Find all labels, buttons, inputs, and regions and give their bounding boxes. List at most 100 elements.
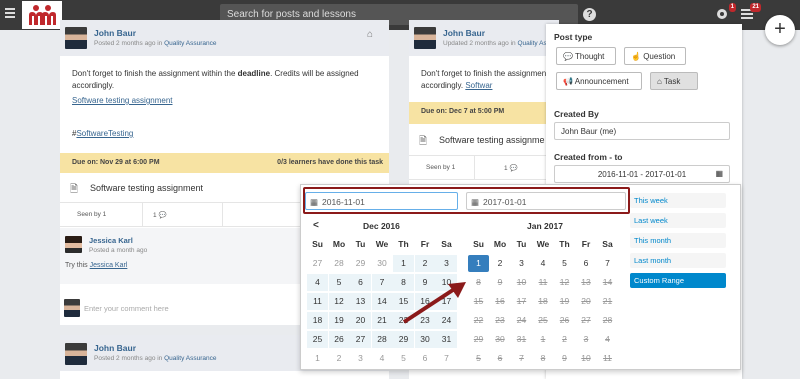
assignment-link[interactable]: Software testing assignment bbox=[72, 95, 173, 107]
calendar-day[interactable]: 4 bbox=[597, 331, 618, 348]
calendar-day[interactable]: 5 bbox=[468, 350, 489, 367]
calendar-day[interactable]: 31 bbox=[511, 331, 532, 348]
calendar-day[interactable]: 25 bbox=[307, 331, 328, 348]
calendar-day[interactable]: 27 bbox=[576, 312, 597, 329]
start-date-input[interactable]: ▦ 2016-11-01 bbox=[305, 192, 458, 210]
announcement-button[interactable]: 📢 Announcement bbox=[556, 72, 642, 90]
calendar-day[interactable]: 20 bbox=[576, 293, 597, 310]
calendar-day[interactable]: 29 bbox=[393, 331, 414, 348]
calendar-day[interactable]: 25 bbox=[533, 312, 554, 329]
calendar-day[interactable]: 16 bbox=[490, 293, 511, 310]
calendar-day[interactable]: 17 bbox=[511, 293, 532, 310]
calendar-day[interactable]: 1 bbox=[393, 255, 414, 272]
menu-icon[interactable] bbox=[5, 8, 15, 18]
calendar-day[interactable]: 3 bbox=[576, 331, 597, 348]
calendar-day[interactable]: 6 bbox=[490, 350, 511, 367]
calendar-day[interactable]: 30 bbox=[414, 331, 436, 348]
calendar-day[interactable]: 9 bbox=[554, 350, 575, 367]
calendar-day[interactable]: 21 bbox=[371, 312, 393, 329]
calendar-day[interactable]: 1 bbox=[307, 350, 328, 367]
tasks-icon[interactable]: 21 bbox=[741, 3, 761, 20]
calendar-day[interactable]: 26 bbox=[328, 331, 350, 348]
calendar-day[interactable]: 5 bbox=[393, 350, 414, 367]
calendar-day[interactable]: 23 bbox=[490, 312, 511, 329]
calendar-day[interactable]: 3 bbox=[436, 255, 457, 272]
calendar-day[interactable]: 1 bbox=[533, 331, 554, 348]
hashtag[interactable]: #SoftwareTesting bbox=[72, 128, 133, 140]
thought-button[interactable]: 💬 Thought bbox=[556, 47, 616, 65]
calendar-day[interactable]: 7 bbox=[436, 350, 457, 367]
calendar-day[interactable]: 27 bbox=[350, 331, 371, 348]
calendar-day[interactable]: 12 bbox=[328, 293, 350, 310]
app-logo[interactable] bbox=[22, 1, 62, 29]
post-author[interactable]: John Baur bbox=[94, 343, 136, 353]
prev-month-icon[interactable]: < bbox=[313, 220, 319, 231]
calendar-day[interactable]: 8 bbox=[533, 350, 554, 367]
calendar-day[interactable]: 13 bbox=[350, 293, 371, 310]
commenter-name[interactable]: Jessica Karl bbox=[89, 236, 133, 245]
comment-count[interactable]: 1 💬 bbox=[504, 164, 518, 172]
seen-count[interactable]: Seen by 1 bbox=[77, 211, 106, 218]
commenter-avatar[interactable] bbox=[65, 236, 82, 253]
calendar-day[interactable]: 26 bbox=[554, 312, 575, 329]
group-link[interactable]: Quality Assurance bbox=[164, 40, 216, 47]
calendar-day[interactable]: 28 bbox=[597, 312, 618, 329]
help-icon[interactable]: ? bbox=[583, 8, 596, 21]
calendar-day[interactable]: 6 bbox=[350, 274, 371, 291]
calendar-day[interactable]: 24 bbox=[511, 312, 532, 329]
calendar-day[interactable]: 2 bbox=[554, 331, 575, 348]
calendar-day[interactable]: 11 bbox=[597, 350, 618, 367]
calendar-day[interactable]: 5 bbox=[554, 255, 575, 272]
assignment-link[interactable]: Softwar bbox=[465, 81, 492, 90]
attachment-row[interactable]: 🗎 Software testing assignme bbox=[409, 124, 559, 156]
avatar[interactable] bbox=[414, 27, 436, 49]
calendar-day[interactable]: 31 bbox=[436, 331, 457, 348]
calendar-day[interactable]: 3 bbox=[350, 350, 371, 367]
calendar-day[interactable]: 7 bbox=[597, 255, 618, 272]
range-option[interactable]: Custom Range bbox=[630, 273, 726, 288]
calendar-day[interactable]: 28 bbox=[371, 331, 393, 348]
task-button[interactable]: ⌂ Task bbox=[650, 72, 698, 90]
calendar-day[interactable]: 19 bbox=[328, 312, 350, 329]
calendar-day[interactable]: 4 bbox=[307, 274, 328, 291]
avatar[interactable] bbox=[65, 343, 87, 365]
calendar-day[interactable]: 7 bbox=[511, 350, 532, 367]
comment-input[interactable]: Enter your comment here bbox=[84, 304, 169, 313]
created-by-input[interactable]: John Baur (me) bbox=[554, 122, 730, 140]
created-range-input[interactable]: 2016-11-01 - 2017-01-01 ▦ bbox=[554, 165, 730, 183]
calendar-day[interactable]: 29 bbox=[468, 331, 489, 348]
calendar-day[interactable]: 15 bbox=[468, 293, 489, 310]
calendar-day[interactable]: 2 bbox=[414, 255, 436, 272]
selected-day[interactable]: 1 bbox=[468, 255, 489, 272]
calendar-day[interactable]: 4 bbox=[372, 350, 393, 367]
end-date-input[interactable]: ▦ 2017-01-01 bbox=[466, 192, 626, 210]
calendar-day[interactable]: 10 bbox=[576, 350, 597, 367]
calendar-day[interactable]: 18 bbox=[307, 312, 328, 329]
calendar-day[interactable]: 20 bbox=[350, 312, 371, 329]
seen-count[interactable]: Seen by 1 bbox=[426, 164, 455, 171]
calendar-day[interactable]: 19 bbox=[554, 293, 575, 310]
calendar-day[interactable]: 3 bbox=[511, 255, 532, 272]
calendar-day[interactable]: 8 bbox=[468, 274, 489, 291]
post-author[interactable]: John Baur bbox=[94, 28, 136, 38]
post-author[interactable]: John Baur bbox=[443, 28, 485, 38]
calendar-day[interactable]: 10 bbox=[511, 274, 532, 291]
calendar-day[interactable]: 2 bbox=[490, 255, 511, 272]
home-icon[interactable]: ⌂ bbox=[367, 29, 373, 40]
notifications-icon[interactable]: 1 bbox=[716, 3, 736, 20]
calendar-day[interactable]: 14 bbox=[597, 274, 618, 291]
calendar-day[interactable]: 2 bbox=[329, 350, 350, 367]
calendar-day[interactable]: 7 bbox=[371, 274, 393, 291]
calendar-day[interactable]: 29 bbox=[350, 255, 371, 272]
calendar-day[interactable]: 28 bbox=[329, 255, 350, 272]
comment-count[interactable]: 1 💬 bbox=[153, 211, 167, 219]
calendar-day[interactable]: 30 bbox=[372, 255, 393, 272]
range-option[interactable]: This week bbox=[630, 193, 726, 208]
calendar-day[interactable]: 4 bbox=[533, 255, 554, 272]
range-option[interactable]: Last month bbox=[630, 253, 726, 268]
range-option[interactable]: This month bbox=[630, 233, 726, 248]
calendar-day[interactable]: 6 bbox=[576, 255, 597, 272]
range-option[interactable]: Last week bbox=[630, 213, 726, 228]
question-button[interactable]: ☝ Question bbox=[624, 47, 686, 65]
calendar-day[interactable]: 5 bbox=[328, 274, 350, 291]
